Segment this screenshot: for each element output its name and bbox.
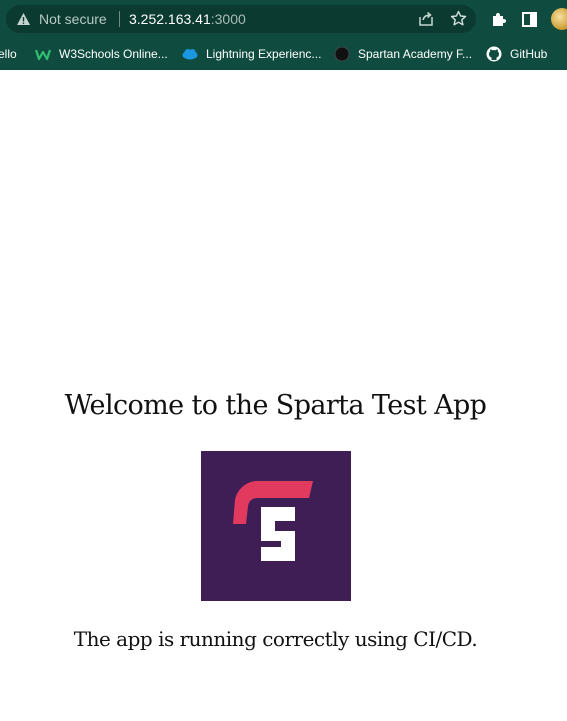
page-title: Welcome to the Sparta Test App [64,390,487,421]
bookmark-label: Lightning Experienc... [206,47,322,61]
circle-icon [334,47,350,61]
bookmark-label: GitHub [510,47,548,61]
salesforce-cloud-icon [182,49,198,60]
share-icon[interactable] [418,11,434,27]
url-text[interactable]: 3.252.163.41:3000 [129,11,246,27]
w3schools-icon [35,49,51,61]
bookmark-label: Spartan Academy F... [358,47,473,61]
star-icon[interactable] [450,10,467,27]
bookmark-item[interactable]: GitHub [486,44,561,64]
bookmark-label: ello [0,47,17,61]
address-bar[interactable]: Not secure 3.252.163.41:3000 [6,5,476,33]
bookmark-item[interactable]: W3Schools Online... [35,44,170,64]
sparta-logo [201,451,351,601]
github-icon [486,46,502,62]
profile-avatar[interactable] [551,8,567,30]
security-status[interactable]: Not secure [39,11,107,27]
omnibox-divider [119,11,120,27]
extensions-icon[interactable] [490,11,507,28]
bookmark-item[interactable]: Lightning Experienc... [182,44,327,64]
sparta-logo-icon [233,481,313,561]
browser-toolbar: Not secure 3.252.163.41:3000 [0,0,567,38]
status-message: The app is running correctly using CI/CD… [73,627,478,651]
warning-icon[interactable] [16,12,31,26]
url-port: :3000 [210,11,246,27]
bookmark-item[interactable]: Spartan Academy F... [334,44,479,64]
url-host: 3.252.163.41 [129,11,211,27]
bookmark-label: W3Schools Online... [59,47,168,61]
bookmarks-bar: ello W3Schools Online... Lightning Exper… [0,38,567,70]
side-panel-icon[interactable] [522,12,537,27]
page-content: Welcome to the Sparta Test App The app i… [0,70,567,721]
